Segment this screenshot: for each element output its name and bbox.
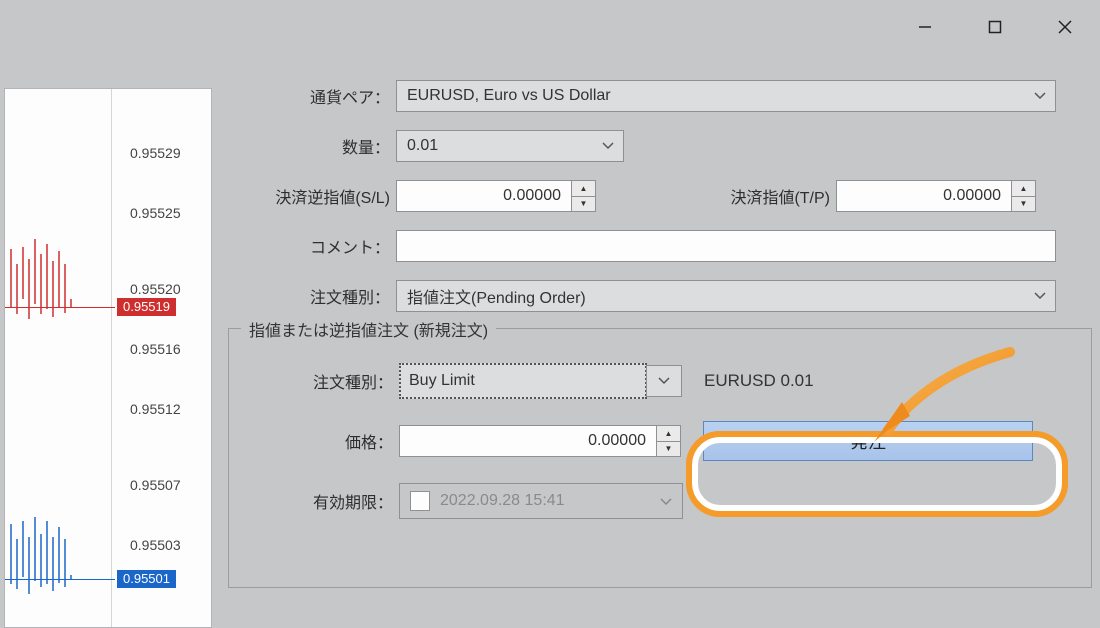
expiry-label: 有効期限： <box>229 489 399 513</box>
spinner-up-icon[interactable]: ▲ <box>657 426 680 442</box>
order-form: 通貨ペア： EURUSD, Euro vs US Dollar 数量： 0.01… <box>218 58 1092 596</box>
pending-group-title: 指値または逆指値注文 (新規注文) <box>241 317 496 341</box>
sl-input[interactable]: 0.00000 <box>396 180 572 212</box>
price-chart-panel: 0.95529 0.95525 0.95520 0.95516 0.95512 … <box>4 88 212 628</box>
spinner-down-icon[interactable]: ▼ <box>1012 197 1035 212</box>
sl-spinner[interactable]: ▲▼ <box>572 180 596 212</box>
expiry-field[interactable]: 2022.09.28 15:41 <box>399 483 683 519</box>
comment-input[interactable] <box>396 230 1056 262</box>
pending-type-dropdown-button[interactable] <box>646 365 682 397</box>
symbol-label: 通貨ペア： <box>218 84 396 108</box>
chart-ytick: 0.95520 <box>130 281 181 297</box>
pending-order-group: 指値または逆指値注文 (新規注文) 注文種別： Buy Limit EURUSD… <box>228 328 1092 588</box>
chevron-down-icon <box>660 493 672 509</box>
chevron-down-icon <box>1033 89 1047 103</box>
price-label: 価格： <box>229 429 399 453</box>
ordertype-label: 注文種別： <box>218 284 396 308</box>
comment-label: コメント： <box>218 234 396 258</box>
window-titlebar <box>0 0 1100 54</box>
ordertype-value: 指値注文(Pending Order) <box>407 284 586 308</box>
chart-ytick: 0.95529 <box>130 145 181 161</box>
symbol-select-value: EURUSD, Euro vs US Dollar <box>407 87 611 105</box>
chevron-down-icon <box>601 139 615 153</box>
chart-ytick: 0.95512 <box>130 401 181 417</box>
expiry-checkbox[interactable] <box>410 491 430 511</box>
tp-label: 決済指値(T/P) <box>596 184 836 208</box>
ask-price-tag: 0.95519 <box>117 298 176 316</box>
symbol-select[interactable]: EURUSD, Euro vs US Dollar <box>396 80 1056 112</box>
pending-type-label: 注文種別： <box>229 369 399 393</box>
order-summary-text: EURUSD 0.01 <box>704 371 814 391</box>
volume-label: 数量： <box>218 134 396 158</box>
pending-type-value: Buy Limit <box>409 365 475 397</box>
place-order-button[interactable]: 発注 <box>703 421 1033 461</box>
tp-spinner[interactable]: ▲▼ <box>1012 180 1036 212</box>
spinner-up-icon[interactable]: ▲ <box>1012 181 1035 197</box>
pending-type-select[interactable]: Buy Limit <box>399 363 647 399</box>
price-input[interactable]: 0.00000 <box>399 425 657 457</box>
close-button[interactable] <box>1030 0 1100 54</box>
volume-select[interactable]: 0.01 <box>396 130 624 162</box>
tp-input[interactable]: 0.00000 <box>836 180 1012 212</box>
sl-label: 決済逆指値(S/L) <box>218 184 396 208</box>
minimize-button[interactable] <box>890 0 960 54</box>
maximize-button[interactable] <box>960 0 1030 54</box>
chart-ytick: 0.95525 <box>130 205 181 221</box>
ordertype-select[interactable]: 指値注文(Pending Order) <box>396 280 1056 312</box>
expiry-value: 2022.09.28 15:41 <box>440 492 565 510</box>
spinner-down-icon[interactable]: ▼ <box>572 197 595 212</box>
chevron-down-icon <box>1033 289 1047 303</box>
spinner-up-icon[interactable]: ▲ <box>572 181 595 197</box>
dialog-content: 0.95529 0.95525 0.95520 0.95516 0.95512 … <box>0 54 1100 600</box>
volume-value: 0.01 <box>407 137 438 155</box>
price-spinner[interactable]: ▲▼ <box>657 425 681 457</box>
bid-price-tag: 0.95501 <box>117 570 176 588</box>
chart-ytick: 0.95516 <box>130 341 181 357</box>
chart-candles <box>5 89 115 628</box>
chart-ytick: 0.95507 <box>130 477 181 493</box>
spinner-down-icon[interactable]: ▼ <box>657 442 680 457</box>
chart-ytick: 0.95503 <box>130 537 181 553</box>
